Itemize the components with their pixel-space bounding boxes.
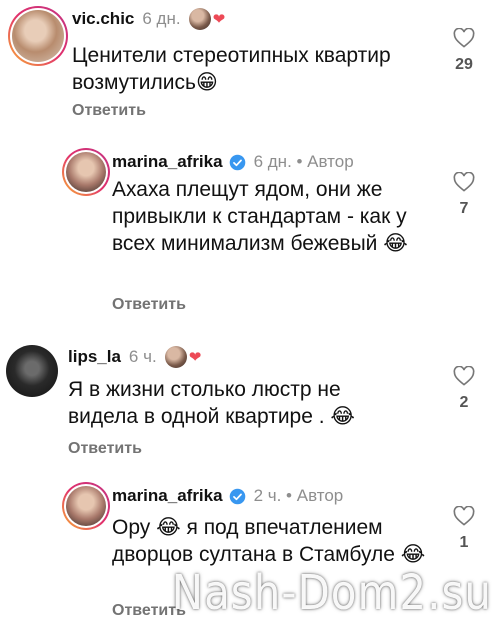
avatar[interactable] (8, 6, 68, 66)
reply-button[interactable]: Ответить (72, 102, 146, 120)
verified-badge-icon (229, 488, 245, 504)
comment-text: Я в жизни столько люстр не видела в одно… (68, 378, 355, 428)
heart-icon: ❤ (188, 349, 202, 366)
comment-time: 6 дн. • Автор (253, 152, 354, 171)
comment-username[interactable]: marina_afrika (112, 486, 223, 506)
author-avatar-small (164, 346, 187, 368)
comment-username[interactable]: marina_afrika (112, 152, 223, 172)
author-avatar-small (188, 8, 211, 30)
comment-time: 6 дн. (142, 9, 181, 28)
heart-outline-icon[interactable] (453, 506, 475, 526)
like-button[interactable]: 1 (444, 506, 484, 552)
like-count: 7 (459, 200, 469, 217)
heart-icon: ❤ (212, 11, 226, 28)
comment-time: 2 ч. • Автор (253, 486, 344, 505)
heart-outline-icon[interactable] (453, 366, 475, 386)
avatar[interactable] (62, 482, 110, 530)
comment-time: 6 ч. (128, 347, 157, 366)
like-button[interactable]: 2 (444, 366, 484, 412)
reply-button[interactable]: Ответить (68, 440, 142, 458)
like-count: 1 (459, 534, 469, 551)
avatar[interactable] (62, 148, 110, 196)
heart-outline-icon[interactable] (453, 172, 475, 192)
comment-username[interactable]: lips_la (68, 347, 121, 367)
like-button[interactable]: 7 (444, 172, 484, 218)
comment-text: Ценители стереотипных квартир возмутилис… (72, 44, 391, 94)
comment-text: Ору 😂 я под впечатлением дворцов султана… (112, 516, 426, 566)
avatar[interactable] (6, 345, 58, 397)
reply-button[interactable]: Ответить (112, 296, 186, 314)
comment-text: Ахаха плещут ядом, они же привыкли к ста… (112, 178, 408, 255)
like-count: 2 (459, 394, 469, 411)
like-count: 29 (455, 56, 473, 73)
verified-badge-icon (229, 154, 245, 170)
comment-username[interactable]: vic.chic (72, 9, 134, 29)
like-button[interactable]: 29 (444, 28, 484, 74)
heart-outline-icon[interactable] (453, 28, 475, 48)
watermark: Nash-Dom2.su (171, 564, 492, 621)
